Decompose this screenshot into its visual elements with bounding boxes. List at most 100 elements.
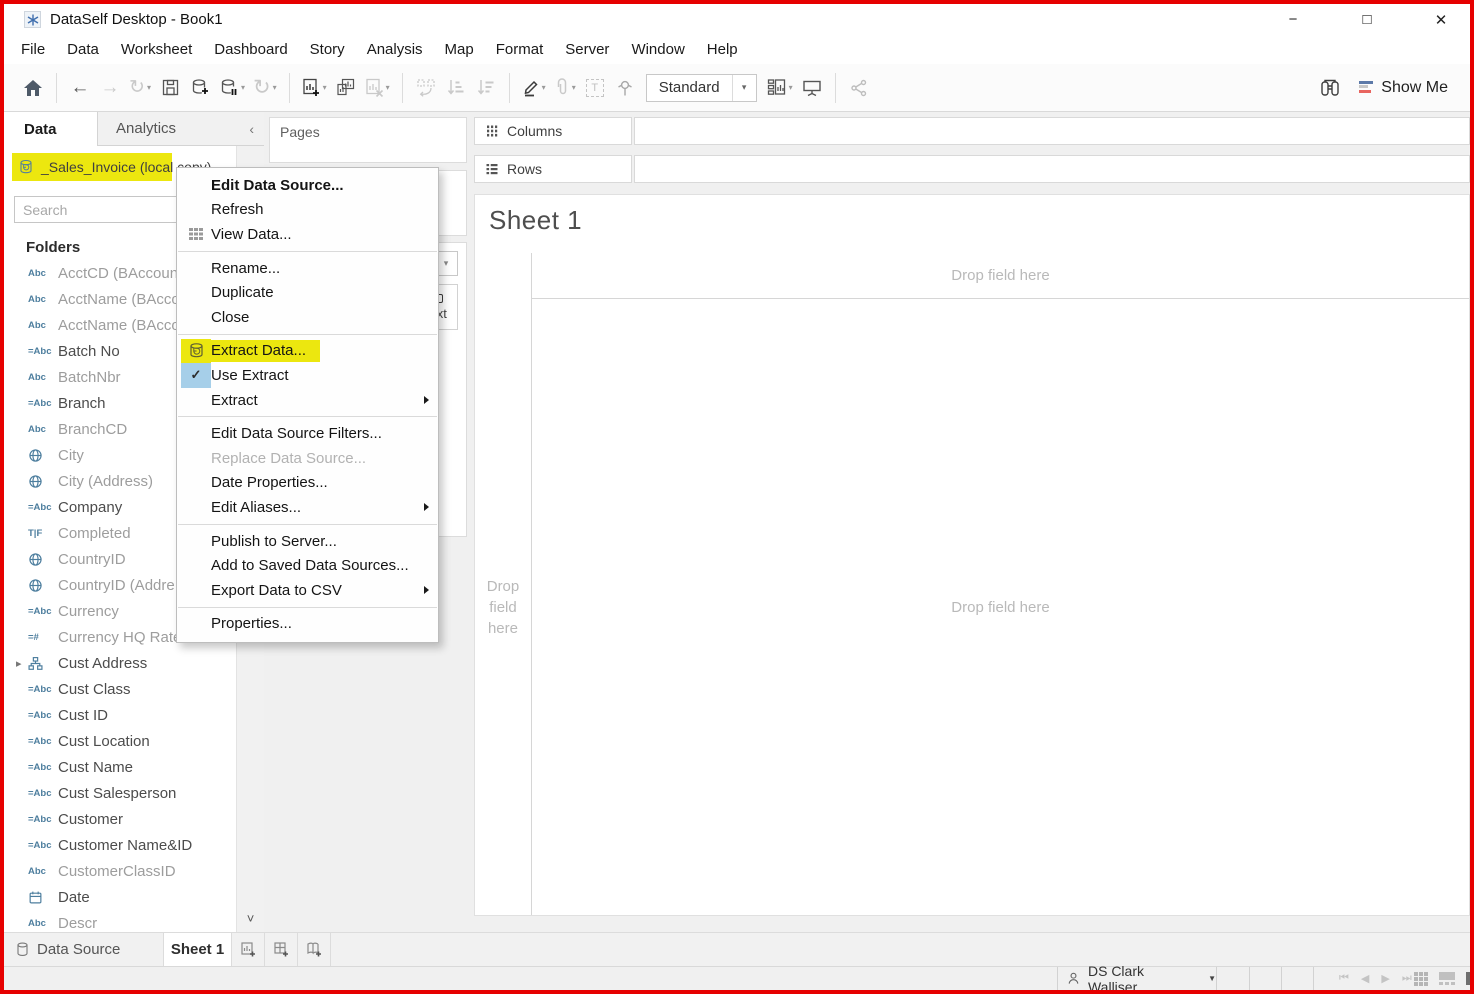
minimize-button[interactable]: − (1278, 11, 1308, 28)
menu-item-edit-data-source[interactable]: Edit Data Source... (177, 173, 438, 198)
show-me-button[interactable]: Show Me (1359, 79, 1448, 97)
collapse-pane-icon[interactable]: ‹ (249, 121, 254, 137)
menu-item-extract[interactable]: Extract (177, 388, 438, 413)
field-item[interactable]: Date (4, 884, 236, 910)
drop-zone-main[interactable]: Drop field here (532, 299, 1469, 915)
menu-item-export-data-to-csv[interactable]: Export Data to CSV (177, 578, 438, 603)
filmstrip-view-button[interactable] (1439, 972, 1455, 985)
field-item[interactable]: =AbcCust Class (4, 676, 236, 702)
new-data-source-button[interactable] (185, 72, 215, 104)
menu-data[interactable]: Data (56, 37, 110, 62)
sort-ascending-button[interactable] (441, 72, 471, 104)
menu-item-close[interactable]: Close (177, 305, 438, 330)
single-sheet-view-button[interactable] (1466, 972, 1474, 985)
menu-map[interactable]: Map (434, 37, 485, 62)
menu-format[interactable]: Format (485, 37, 555, 62)
menu-dashboard[interactable]: Dashboard (203, 37, 298, 62)
menu-item-duplicate[interactable]: Duplicate (177, 280, 438, 305)
home-button[interactable] (18, 72, 48, 104)
menu-item-replace-data-source: Replace Data Source... (177, 446, 438, 471)
new-dashboard-tab-button[interactable] (265, 933, 298, 966)
field-item[interactable]: ▸Cust Address (4, 650, 236, 676)
tab-sheet-1[interactable]: Sheet 1 (164, 933, 232, 966)
next-sheet-button[interactable]: ▶ (1381, 972, 1389, 985)
submenu-arrow-icon (424, 396, 429, 404)
presentation-mode-button[interactable] (797, 72, 827, 104)
rows-shelf[interactable] (634, 155, 1470, 183)
pause-auto-updates-button[interactable]: ▾ (215, 72, 249, 104)
field-item[interactable]: =AbcCustomer (4, 806, 236, 832)
app-icon (24, 11, 41, 28)
new-worksheet-button[interactable]: ▾ (298, 72, 331, 104)
first-sheet-button[interactable]: ⏮ (1339, 972, 1349, 985)
menu-worksheet[interactable]: Worksheet (110, 37, 203, 62)
menu-item-edit-aliases[interactable]: Edit Aliases... (177, 495, 438, 520)
sort-descending-button[interactable] (471, 72, 501, 104)
menu-file[interactable]: File (10, 37, 56, 62)
columns-shelf[interactable] (634, 117, 1470, 145)
menu-server[interactable]: Server (554, 37, 620, 62)
menu-item-icon-slot (181, 529, 211, 554)
show-hide-cards-button[interactable]: ▾ (763, 72, 797, 104)
menu-item-properties[interactable]: Properties... (177, 612, 438, 637)
field-item[interactable]: =AbcCustomer Name&ID (4, 832, 236, 858)
menu-item-refresh[interactable]: Refresh (177, 198, 438, 223)
field-item[interactable]: =AbcCust ID (4, 702, 236, 728)
menu-item-icon-slot (181, 173, 211, 198)
field-item[interactable]: AbcCustomerClassID (4, 858, 236, 884)
undo-button[interactable]: ← (65, 72, 95, 104)
user-menu[interactable]: DS Clark Walliser ▼ (1057, 967, 1217, 990)
share-button[interactable] (844, 72, 874, 104)
field-label: Cust Location (58, 733, 150, 750)
menu-item-view-data[interactable]: View Data... (177, 222, 438, 247)
find-button[interactable] (1315, 72, 1345, 104)
menu-item-edit-data-source-filters[interactable]: Edit Data Source Filters... (177, 421, 438, 446)
menu-item-publish-to-server[interactable]: Publish to Server... (177, 529, 438, 554)
previous-sheet-button[interactable]: ◀ (1361, 972, 1369, 985)
fit-selector[interactable]: Standard ▾ (646, 74, 757, 102)
tab-data[interactable]: Data (4, 112, 98, 146)
menu-item-use-extract[interactable]: ✓Use Extract (177, 363, 438, 388)
close-button[interactable]: ✕ (1426, 11, 1456, 29)
clear-sheet-button[interactable]: ▾ (361, 72, 394, 104)
tab-analytics[interactable]: Analytics ‹ (98, 112, 264, 145)
scroll-down-icon[interactable]: ˅ (237, 911, 264, 926)
calc-abc-field-icon: =Abc (28, 502, 58, 513)
run-update-button[interactable]: ↻▾ (249, 72, 281, 104)
drop-zone-columns[interactable]: Drop field here (532, 253, 1469, 299)
calc-abc-field-icon: =Abc (28, 398, 58, 409)
expander-icon[interactable]: ▸ (16, 657, 22, 670)
app-window: DataSelf Desktop - Book1 − □ ✕ FileDataW… (0, 0, 1474, 994)
tab-data-source[interactable]: Data Source (4, 933, 164, 966)
menu-item-icon-slot (181, 280, 211, 305)
duplicate-sheet-button[interactable] (331, 72, 361, 104)
save-button[interactable] (155, 72, 185, 104)
menu-window[interactable]: Window (620, 37, 695, 62)
menu-analysis[interactable]: Analysis (356, 37, 434, 62)
fix-axes-button[interactable] (610, 72, 640, 104)
maximize-button[interactable]: □ (1352, 11, 1382, 28)
menu-story[interactable]: Story (299, 37, 356, 62)
drop-zone-rows[interactable]: Dropfieldhere (475, 299, 531, 915)
field-item[interactable]: =AbcCust Salesperson (4, 780, 236, 806)
show-mark-labels-button[interactable]: T (580, 72, 610, 104)
new-story-tab-button[interactable] (298, 933, 331, 966)
menu-item-add-to-saved-data-sources[interactable]: Add to Saved Data Sources... (177, 553, 438, 578)
group-members-button[interactable]: ▾ (550, 72, 580, 104)
menu-help[interactable]: Help (696, 37, 749, 62)
menu-item-rename[interactable]: Rename... (177, 256, 438, 281)
show-tabs-view-button[interactable] (1414, 972, 1428, 986)
menu-item-extract-data[interactable]: Extract Data... (177, 339, 438, 364)
last-sheet-button[interactable]: ⏭ (1402, 972, 1412, 985)
highlight-button[interactable]: ▾ (518, 72, 550, 104)
field-item[interactable]: =AbcCust Name (4, 754, 236, 780)
swap-rows-columns-button[interactable] (411, 72, 441, 104)
field-item[interactable]: AbcDescr (4, 910, 236, 932)
fit-selector-arrow[interactable]: ▾ (732, 75, 756, 101)
menu-item-date-properties[interactable]: Date Properties... (177, 471, 438, 496)
new-worksheet-tab-button[interactable] (232, 933, 265, 966)
replay-button[interactable]: ↻▾ (125, 72, 155, 104)
pages-card[interactable]: Pages (269, 117, 467, 163)
field-item[interactable]: =AbcCust Location (4, 728, 236, 754)
redo-button[interactable]: → (95, 72, 125, 104)
